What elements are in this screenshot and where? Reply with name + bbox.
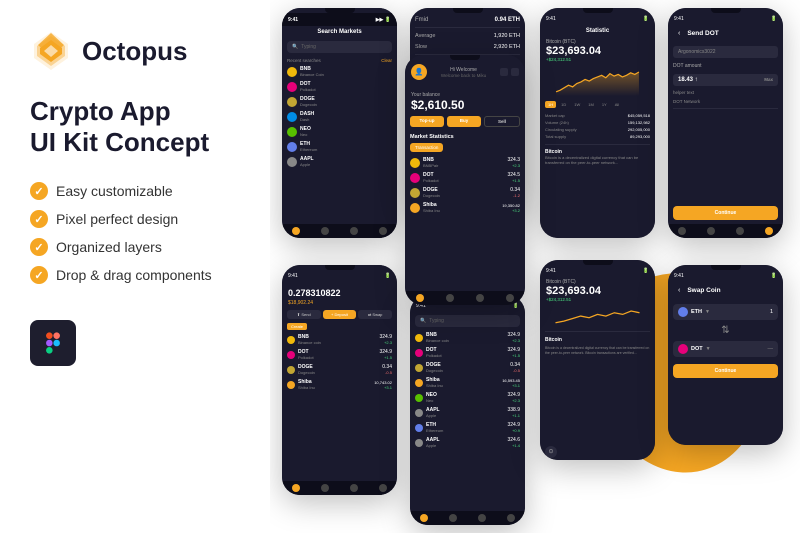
feature-4: Drop & drag components: [30, 266, 250, 284]
phone-statistic: 9:41 🔋 Statistic Bitcoin (BTC) $23,693.0…: [540, 8, 655, 238]
phone-send-dot: 9:41 🔋 ‹ Send DOT Argonomics3022 DOT amo…: [668, 8, 783, 238]
figma-badge: [30, 320, 76, 366]
feature-3: Organized layers: [30, 238, 250, 256]
phone-coin-detail: 9:41 🔋 0.278310822 $18,902.24 ⬆ Send + D…: [282, 265, 397, 495]
headline: Crypto App UI Kit Concept: [30, 96, 250, 158]
features-list: Easy customizable Pixel perfect design O…: [30, 182, 250, 284]
right-panel: 9:41 ▶▶ 🔋 Search Markets 🔍 Typing Recent…: [270, 0, 800, 533]
logo-row: Octopus: [30, 30, 250, 72]
feature-2: Pixel perfect design: [30, 210, 250, 228]
phone-balance: 👤 Hi Welcome Welcome back to Miku Your b…: [405, 55, 525, 305]
left-panel: Octopus Crypto App UI Kit Concept Easy c…: [0, 0, 280, 533]
phone-crypto-detail-right: 9:41 🔋 Bitcoin (BTC) $23,693.04 +$24,312…: [540, 260, 655, 460]
check-icon-1: [30, 182, 48, 200]
check-icon-4: [30, 266, 48, 284]
phone-market-list: 9:41 🔋 🔍 Typing BNBBinance coin 324.9+2.…: [410, 295, 525, 525]
feature-1: Easy customizable: [30, 182, 250, 200]
brand-name: Octopus: [82, 36, 187, 67]
check-icon-2: [30, 210, 48, 228]
octopus-logo-icon: [30, 30, 72, 72]
phone-swap-coin: 9:41 🔋 ‹ Swap Coin ETH ▼ 1 ⇅ DOT ▼ — Con…: [668, 265, 783, 445]
check-icon-3: [30, 238, 48, 256]
phone-search-markets: 9:41 ▶▶ 🔋 Search Markets 🔍 Typing Recent…: [282, 8, 397, 238]
